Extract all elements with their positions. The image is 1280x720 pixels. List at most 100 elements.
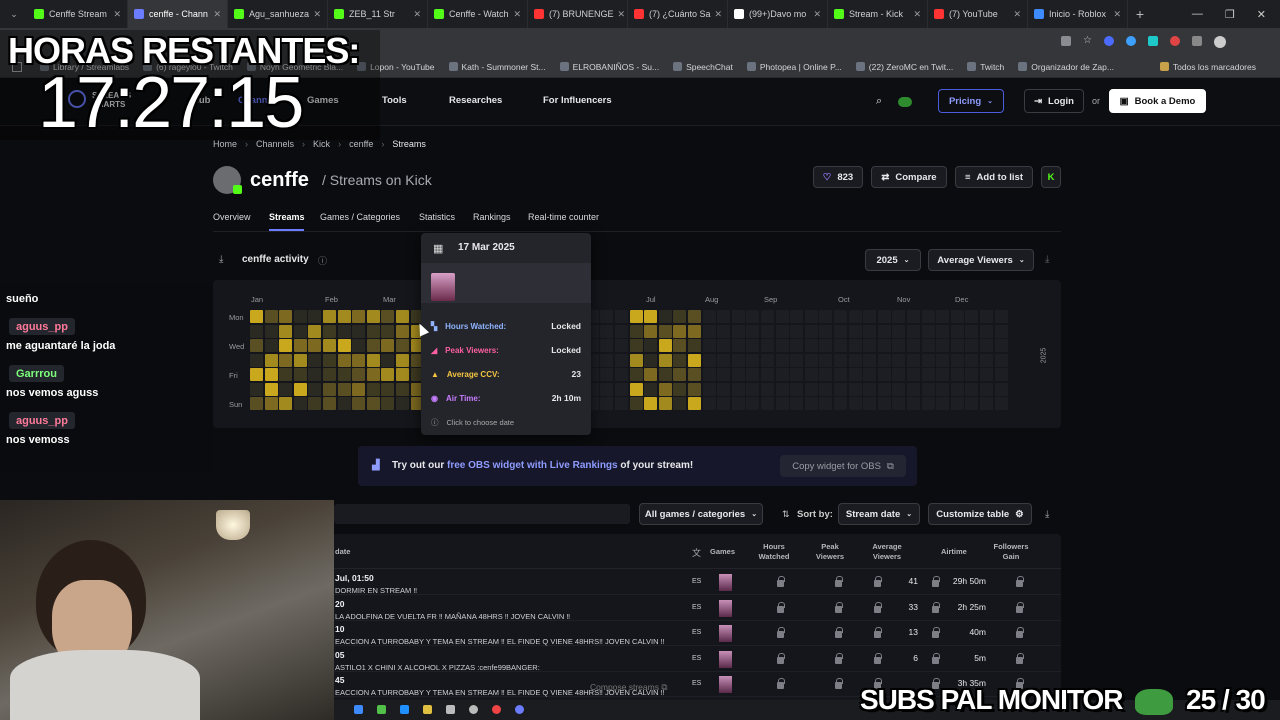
heatmap-cell[interactable] [950,339,964,352]
heatmap-cell[interactable] [308,397,322,410]
heatmap-cell[interactable] [717,368,731,381]
heatmap-cell[interactable] [950,368,964,381]
close-tab-icon[interactable]: ✕ [509,9,521,20]
heatmap-cell[interactable] [717,382,731,396]
year-select[interactable]: 2025 ⌄ [865,249,921,271]
heatmap-cell[interactable] [848,397,862,410]
heatmap-cell[interactable] [731,368,745,381]
heatmap-cell[interactable] [775,310,789,323]
heatmap-cell[interactable] [892,310,906,323]
heatmap-cell[interactable] [804,368,818,381]
heatmap-cell[interactable] [658,353,672,367]
download-icon[interactable]: ⤓ [1045,509,1049,520]
taskbar-app-icon[interactable] [354,705,363,714]
browser-tab[interactable]: ZEB_11 Str ✕ [328,0,428,28]
close-tab-icon[interactable]: ✕ [711,9,723,20]
heatmap-cell[interactable] [658,310,672,323]
heatmap-cell[interactable] [746,353,760,367]
heatmap-cell[interactable] [775,368,789,381]
tab-realtime[interactable]: Real-time counter [528,212,599,222]
heatmap-cell[interactable] [615,324,628,338]
heatmap-cell[interactable] [775,339,789,352]
heatmap-cell[interactable] [746,397,760,410]
heatmap-cell[interactable] [352,382,366,396]
close-tab-icon[interactable]: ✕ [909,9,921,20]
heatmap-cell[interactable] [790,339,804,352]
nav-researches[interactable]: Researches [449,95,502,106]
nav-tools[interactable]: Tools [382,95,407,106]
col-peak-viewers[interactable]: Peak Viewers [814,542,846,562]
kick-link-button[interactable]: K [1041,166,1061,188]
heatmap-cell[interactable] [279,339,293,352]
heatmap-cell[interactable] [600,368,614,381]
heatmap-cell[interactable] [381,368,395,381]
col-date[interactable]: date [335,547,350,557]
close-tab-icon[interactable]: ✕ [809,9,821,20]
heatmap-cell[interactable] [264,382,278,396]
restore-icon[interactable]: ❐ [1225,8,1235,21]
heatmap-cell[interactable] [381,339,395,352]
col-games[interactable]: Games [710,547,735,557]
extension-icon[interactable] [1170,36,1180,46]
bookmark-item[interactable]: Kath - Summoner St... [448,62,546,72]
heatmap-cell[interactable] [264,353,278,367]
heatmap-cell[interactable] [834,310,847,323]
heatmap-cell[interactable] [250,324,263,338]
heatmap-cell[interactable] [352,324,366,338]
heatmap-cell[interactable] [352,310,366,323]
heatmap-cell[interactable] [921,324,935,338]
star-icon[interactable]: ☆ [1083,36,1092,48]
heatmap-cell[interactable] [396,310,409,323]
heatmap-cell[interactable] [702,382,716,396]
heatmap-cell[interactable] [731,397,745,410]
heatmap-cell[interactable] [950,353,964,367]
heatmap-cell[interactable] [264,368,278,381]
heatmap-cell[interactable] [804,324,818,338]
heatmap-cell[interactable] [279,353,293,367]
heatmap-cell[interactable] [308,310,322,323]
stream-title[interactable]: EACCION A TURROBABY Y TEMA EN STREAM ‼ E… [335,637,664,646]
close-tab-icon[interactable]: ✕ [309,9,321,20]
heatmap-cell[interactable] [381,382,395,396]
heatmap-cell[interactable] [323,339,336,352]
heatmap-cell[interactable] [980,339,993,352]
heatmap-cell[interactable] [746,324,760,338]
heatmap-cell[interactable] [673,353,687,367]
heatmap-cell[interactable] [644,382,658,396]
bookmark-item[interactable]: (22) ZeroMC en Twit... [855,62,953,72]
game-thumbnail[interactable] [719,650,732,668]
heatmap-cell[interactable] [366,382,380,396]
heatmap-cell[interactable] [264,324,278,338]
heatmap-cell[interactable] [848,353,862,367]
heatmap-cell[interactable] [731,324,745,338]
tab-overview[interactable]: Overview [213,212,251,222]
close-tab-icon[interactable]: ✕ [409,9,421,20]
heatmap-cell[interactable] [848,368,862,381]
heatmap-cell[interactable] [337,397,351,410]
heatmap-cell[interactable] [731,339,745,352]
heatmap-cell[interactable] [877,339,891,352]
heatmap-cell[interactable] [819,397,833,410]
promo-link[interactable]: free OBS widget with Live Rankings [447,460,618,471]
heatmap-cell[interactable] [907,368,920,381]
tooltip-stream-row[interactable] [421,263,591,303]
heatmap-cell[interactable] [994,310,1008,323]
heatmap-cell[interactable] [731,353,745,367]
game-thumbnail[interactable] [719,599,732,617]
heatmap-cell[interactable] [629,339,643,352]
heatmap-cell[interactable] [644,324,658,338]
heatmap-cell[interactable] [790,382,804,396]
heatmap-cell[interactable] [264,310,278,323]
heatmap-cell[interactable] [629,382,643,396]
heatmap-cell[interactable] [863,310,877,323]
bookmark-item[interactable]: Organizador de Zap... [1018,62,1114,72]
heatmap-cell[interactable] [834,324,847,338]
col-followers-gain[interactable]: Followers Gain [990,542,1032,562]
bookmark-item[interactable]: ELROBANIÑOS - Su... [559,62,659,72]
heatmap-cell[interactable] [921,382,935,396]
breadcrumb-item[interactable]: cenffe [349,139,373,149]
heatmap-cell[interactable] [848,324,862,338]
heatmap-cell[interactable] [702,353,716,367]
heatmap-cell[interactable] [396,397,409,410]
heatmap-cell[interactable] [848,382,862,396]
